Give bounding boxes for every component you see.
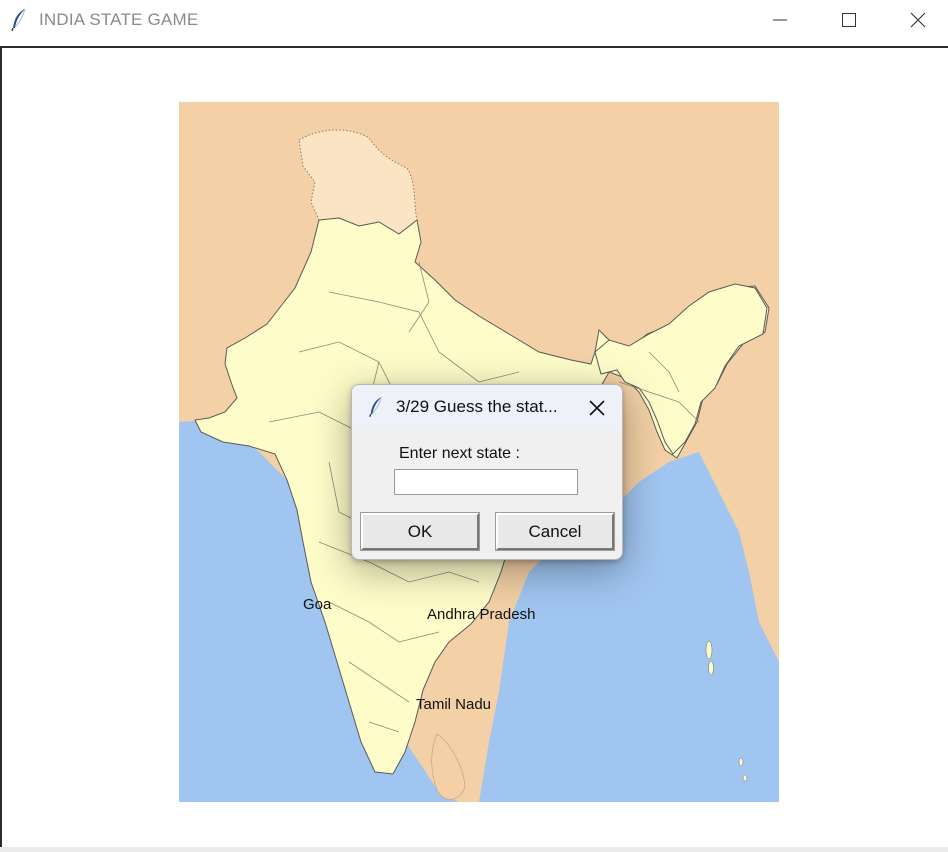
close-icon <box>910 12 926 28</box>
close-window-button[interactable] <box>884 0 948 40</box>
dialog-close-button[interactable] <box>584 395 610 421</box>
feather-icon <box>369 397 382 417</box>
cancel-button[interactable]: Cancel <box>495 512 615 551</box>
window-bottom-edge <box>0 847 948 852</box>
window-title: INDIA STATE GAME <box>39 10 199 29</box>
ok-button[interactable]: OK <box>360 512 480 551</box>
feather-icon <box>11 8 26 32</box>
state-label-andhra-pradesh: Andhra Pradesh <box>427 606 536 623</box>
minimize-icon <box>773 19 787 21</box>
minimize-button[interactable] <box>746 0 814 40</box>
close-icon <box>589 400 605 416</box>
state-label-goa: Goa <box>303 596 332 613</box>
maximize-button[interactable] <box>815 0 883 40</box>
dialog-titlebar: 3/29 Guess the stat... <box>352 385 622 429</box>
state-label-tamil-nadu: Tamil Nadu <box>416 696 492 713</box>
window-titlebar: INDIA STATE GAME <box>0 0 948 42</box>
dialog-title: 3/29 Guess the stat... <box>396 397 558 416</box>
guess-dialog: 3/29 Guess the stat... Enter next state … <box>351 384 623 560</box>
state-name-input[interactable] <box>394 469 578 495</box>
dialog-prompt: Enter next state : <box>399 445 520 462</box>
maximize-icon <box>842 13 856 27</box>
